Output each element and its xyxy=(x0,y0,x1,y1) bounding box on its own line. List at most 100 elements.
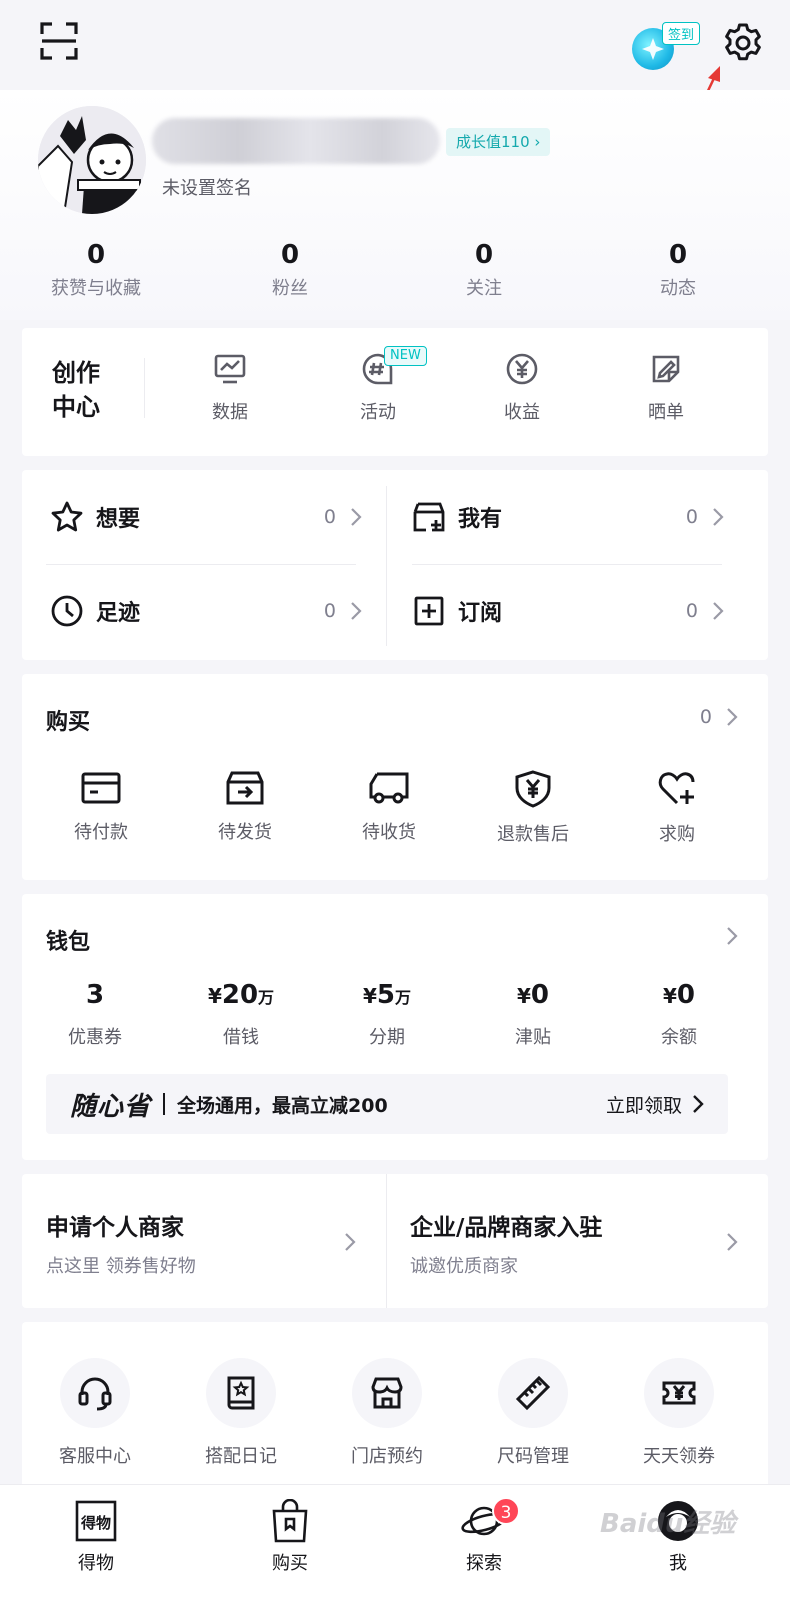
chevron-right-icon xyxy=(345,1233,356,1251)
merchant-card: 申请个人商家 点这里 领券售好物 企业/品牌商家入驻 诚邀优质商家 xyxy=(22,1174,768,1308)
purchase-item-pending-shipment[interactable]: 待发货 xyxy=(172,770,318,844)
wallet-card: 钱包 3 优惠券 ¥20万 借钱 ¥5万 分期 ¥0 津贴 ¥0 余额 随心省 … xyxy=(22,894,768,1160)
service-daily-coupons[interactable]: 天天领券 xyxy=(606,1358,752,1468)
creator-item-showoff[interactable]: 晒单 xyxy=(616,352,716,424)
tab-explore[interactable]: 3 探索 xyxy=(424,1497,544,1575)
service-outfit-diary[interactable]: 搭配日记 xyxy=(168,1358,314,1468)
shopping-bag-icon xyxy=(272,1499,308,1543)
service-label: 尺码管理 xyxy=(497,1446,569,1467)
merchant-subtitle: 点这里 领券售好物 xyxy=(46,1256,196,1277)
truck-icon xyxy=(369,772,409,804)
wallet-item-coupons[interactable]: 3 优惠券 xyxy=(22,978,168,1049)
merchant-title: 申请个人商家 xyxy=(46,1215,184,1241)
creator-item-earnings[interactable]: 收益 xyxy=(472,352,572,424)
creator-center-title[interactable]: 创作中心 xyxy=(52,356,112,424)
chevron-right-icon xyxy=(351,508,362,526)
purchase-title[interactable]: 购买 xyxy=(46,704,90,736)
stat-label: 关注 xyxy=(466,278,502,299)
promo-text: 全场通用，最高立减200 xyxy=(177,1094,388,1117)
stat-fans[interactable]: 0 粉丝 xyxy=(220,238,360,300)
box-icon xyxy=(226,771,264,805)
shield-yuan-icon xyxy=(515,770,551,808)
quick-item-want[interactable]: 想要 0 xyxy=(50,470,362,564)
heart-plus-icon xyxy=(658,772,695,805)
wallet-item-allowance[interactable]: ¥0 津贴 xyxy=(460,978,606,1049)
personal-merchant-apply[interactable]: 申请个人商家 点这里 领券售好物 xyxy=(22,1174,386,1308)
scan-icon[interactable] xyxy=(40,22,78,60)
creator-item-activity[interactable]: 活动 NEW xyxy=(328,346,428,424)
chevron-right-icon xyxy=(693,1095,704,1113)
chevron-right-icon xyxy=(727,1233,738,1251)
ticket-icon xyxy=(662,1381,696,1405)
quick-item-count: 0 xyxy=(323,506,336,528)
stat-value: 0 xyxy=(474,240,494,270)
new-badge: NEW xyxy=(384,346,427,366)
quick-item-subscribe[interactable]: 订阅 0 xyxy=(412,564,724,658)
headset-icon xyxy=(78,1377,112,1411)
quick-item-label: 足迹 xyxy=(96,601,141,626)
wallet-item-balance[interactable]: ¥0 余额 xyxy=(606,978,752,1049)
stat-following[interactable]: 0 关注 xyxy=(414,238,554,300)
growth-value-badge[interactable]: 成长值110 › xyxy=(446,128,551,156)
service-customer-center[interactable]: 客服中心 xyxy=(22,1358,168,1468)
checkin-label: 签到 xyxy=(662,22,701,45)
quick-item-count: 0 xyxy=(323,600,336,622)
purchase-item-refund[interactable]: 退款售后 xyxy=(460,770,606,846)
chevron-right-icon xyxy=(351,602,362,620)
creator-item-label: 活动 xyxy=(360,402,396,423)
quick-item-count: 0 xyxy=(685,506,698,528)
promo-banner[interactable]: 随心省 全场通用，最高立减200 立即领取 xyxy=(46,1074,728,1134)
merchant-title: 企业/品牌商家入驻 xyxy=(410,1215,603,1241)
creator-item-data[interactable]: 数据 xyxy=(180,352,280,424)
chart-icon xyxy=(214,354,246,384)
star-icon xyxy=(51,501,83,532)
promo-brand: 随心省 xyxy=(70,1091,152,1122)
stat-posts[interactable]: 0 动态 xyxy=(608,238,748,300)
promo-cta[interactable]: 立即领取 xyxy=(606,1091,682,1118)
square-plus-icon xyxy=(414,596,444,626)
gear-icon[interactable] xyxy=(722,22,764,64)
watermark: Baidu经验 xyxy=(600,1509,736,1539)
wallet-item-installment[interactable]: ¥5万 分期 xyxy=(314,978,460,1049)
signature[interactable]: 未设置签名 xyxy=(162,174,252,200)
wallet-link[interactable] xyxy=(712,926,738,946)
stat-likes[interactable]: 0 获赞与收藏 xyxy=(26,238,166,300)
purchase-item-wanted[interactable]: 求购 xyxy=(604,770,750,846)
purchase-all-link[interactable]: 0 xyxy=(700,706,738,728)
username-blurred xyxy=(152,118,440,164)
stat-label: 动态 xyxy=(660,278,696,299)
creator-item-label: 收益 xyxy=(504,402,540,423)
tab-label: 得物 xyxy=(78,1553,114,1574)
quick-item-have[interactable]: 我有 0 xyxy=(412,470,724,564)
purchase-item-label: 待付款 xyxy=(74,822,128,843)
service-label: 搭配日记 xyxy=(205,1446,277,1467)
creator-center-card: 创作中心 数据 活动 NEW 收益 晒单 xyxy=(22,328,768,456)
wallet-item-label: 优惠券 xyxy=(68,1027,122,1048)
stat-value: 0 xyxy=(280,240,300,270)
stat-value: 0 xyxy=(668,240,688,270)
purchase-item-pending-receipt[interactable]: 待收货 xyxy=(316,770,462,844)
tab-buy[interactable]: 购买 xyxy=(230,1499,350,1575)
wallet-item-loan[interactable]: ¥20万 借钱 xyxy=(168,978,314,1049)
service-label: 客服中心 xyxy=(59,1446,131,1467)
tab-dewu[interactable]: 得物 得物 xyxy=(36,1499,156,1575)
edit-note-icon xyxy=(652,355,680,383)
quick-item-label: 订阅 xyxy=(458,601,503,626)
service-store-booking[interactable]: 门店预约 xyxy=(314,1358,460,1468)
growth-value-label: 成长值110 xyxy=(456,133,530,151)
service-size-management[interactable]: 尺码管理 xyxy=(460,1358,606,1468)
stat-value: 0 xyxy=(86,240,106,270)
purchase-item-pending-payment[interactable]: 待付款 xyxy=(28,770,174,844)
wallet-title[interactable]: 钱包 xyxy=(46,924,90,956)
chevron-right-icon: › xyxy=(534,133,541,151)
avatar[interactable] xyxy=(38,106,146,214)
notification-badge: 3 xyxy=(492,1497,520,1525)
purchase-card: 购买 0 待付款 待发货 待收货 退款售后 求购 xyxy=(22,674,768,880)
yuan-coin-icon xyxy=(506,353,538,385)
enterprise-merchant-join[interactable]: 企业/品牌商家入驻 诚邀优质商家 xyxy=(386,1174,768,1308)
wallet-value: ¥20万 xyxy=(207,980,275,1010)
ruler-icon xyxy=(515,1375,551,1411)
quick-item-count: 0 xyxy=(685,600,698,622)
quick-item-footprint[interactable]: 足迹 0 xyxy=(50,564,362,658)
profile-header: 成长值110 › 未设置签名 0 获赞与收藏 0 粉丝 0 关注 0 动态 xyxy=(0,90,790,320)
